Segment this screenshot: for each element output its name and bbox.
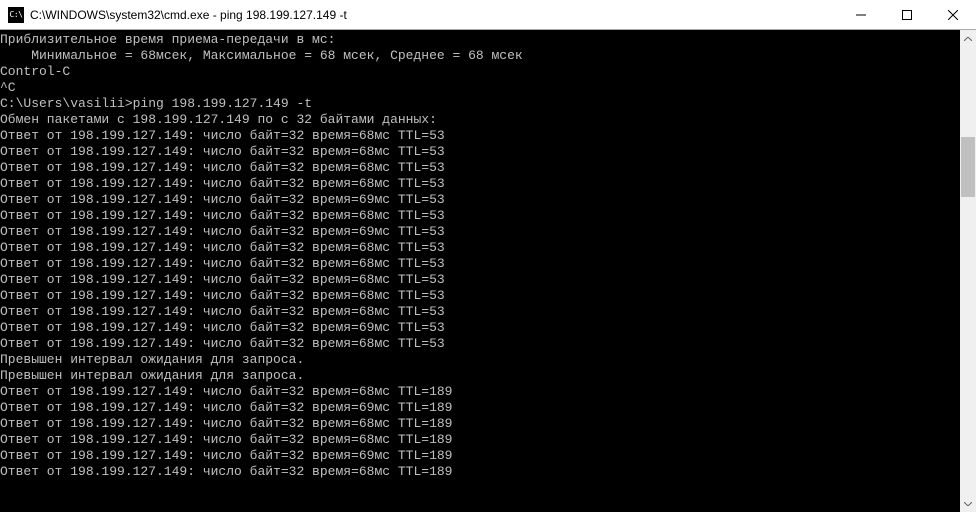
terminal-line: C:\Users\vasilii>ping 198.199.127.149 -t bbox=[0, 96, 976, 112]
terminal-line: Ответ от 198.199.127.149: число байт=32 … bbox=[0, 240, 976, 256]
terminal-wrapper: Приблизительное время приема-передачи в … bbox=[0, 30, 976, 512]
close-button[interactable] bbox=[930, 0, 976, 29]
terminal-line: Ответ от 198.199.127.149: число байт=32 … bbox=[0, 272, 976, 288]
terminal-line: Превышен интервал ожидания для запроса. bbox=[0, 368, 976, 384]
terminal-line: Ответ от 198.199.127.149: число байт=32 … bbox=[0, 320, 976, 336]
terminal-line: Ответ от 198.199.127.149: число байт=32 … bbox=[0, 432, 976, 448]
terminal-line: Ответ от 198.199.127.149: число байт=32 … bbox=[0, 160, 976, 176]
terminal-line: Ответ от 198.199.127.149: число байт=32 … bbox=[0, 176, 976, 192]
terminal-line: Обмен пакетами с 198.199.127.149 по с 32… bbox=[0, 112, 976, 128]
scroll-thumb[interactable] bbox=[961, 137, 975, 197]
terminal-line: Ответ от 198.199.127.149: число байт=32 … bbox=[0, 400, 976, 416]
terminal-line: Ответ от 198.199.127.149: число байт=32 … bbox=[0, 288, 976, 304]
terminal-line: Ответ от 198.199.127.149: число байт=32 … bbox=[0, 192, 976, 208]
maximize-button[interactable] bbox=[884, 0, 930, 29]
terminal-line: ^C bbox=[0, 80, 976, 96]
scroll-track[interactable] bbox=[960, 47, 976, 495]
terminal-line: Ответ от 198.199.127.149: число байт=32 … bbox=[0, 416, 976, 432]
terminal-line: Ответ от 198.199.127.149: число байт=32 … bbox=[0, 256, 976, 272]
terminal-line: Ответ от 198.199.127.149: число байт=32 … bbox=[0, 304, 976, 320]
window-titlebar[interactable]: C:\ C:\WINDOWS\system32\cmd.exe - ping 1… bbox=[0, 0, 976, 30]
window-controls bbox=[838, 0, 976, 29]
terminal-line: Ответ от 198.199.127.149: число байт=32 … bbox=[0, 384, 976, 400]
terminal-line: Ответ от 198.199.127.149: число байт=32 … bbox=[0, 128, 976, 144]
terminal-line: Ответ от 198.199.127.149: число байт=32 … bbox=[0, 448, 976, 464]
terminal-line: Control-C bbox=[0, 64, 976, 80]
cmd-icon: C:\ bbox=[8, 7, 24, 23]
window-title: C:\WINDOWS\system32\cmd.exe - ping 198.1… bbox=[30, 7, 838, 23]
terminal-line: Ответ от 198.199.127.149: число байт=32 … bbox=[0, 336, 976, 352]
terminal-line: Ответ от 198.199.127.149: число байт=32 … bbox=[0, 144, 976, 160]
terminal-output[interactable]: Приблизительное время приема-передачи в … bbox=[0, 30, 976, 512]
terminal-line: Превышен интервал ожидания для запроса. bbox=[0, 352, 976, 368]
scroll-down-button[interactable] bbox=[960, 495, 976, 512]
minimize-button[interactable] bbox=[838, 0, 884, 29]
terminal-line: Приблизительное время приема-передачи в … bbox=[0, 32, 976, 48]
terminal-line: Ответ от 198.199.127.149: число байт=32 … bbox=[0, 224, 976, 240]
terminal-line: Ответ от 198.199.127.149: число байт=32 … bbox=[0, 208, 976, 224]
terminal-line: Ответ от 198.199.127.149: число байт=32 … bbox=[0, 464, 976, 480]
vertical-scrollbar[interactable] bbox=[960, 30, 976, 512]
scroll-up-button[interactable] bbox=[960, 30, 976, 47]
terminal-line: Минимальное = 68мсек, Максимальное = 68 … bbox=[0, 48, 976, 64]
